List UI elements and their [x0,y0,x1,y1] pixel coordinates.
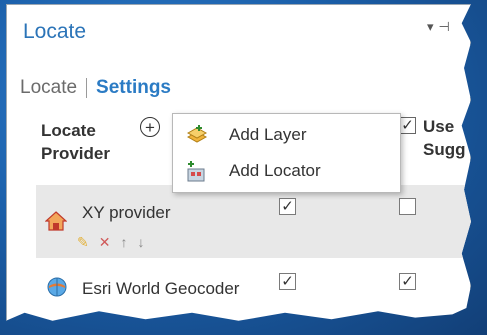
menu-item-label: Add Locator [229,161,321,180]
use-suggestions-checkbox[interactable]: ✓ [399,273,416,290]
column-header-line2: Sugg [423,140,466,159]
move-down-icon[interactable]: ↓ [137,234,144,251]
column-header-locate-provider: Locate Provider [41,119,110,165]
menu-item-label: Add Layer [229,125,307,144]
tab-divider [86,78,88,98]
enabled-checkbox[interactable]: ✓ [279,198,296,215]
column-header-line1: Locate [41,121,96,140]
add-locator-icon [185,159,209,188]
remove-icon[interactable]: ✕ [99,234,111,251]
provider-name: Esri World Geocoder [82,279,240,298]
pane-controls: ▾⊣ [427,19,455,35]
pane-title: Locate [23,20,87,43]
house-icon [44,210,68,237]
tab-locate[interactable]: Locate [20,77,77,99]
add-provider-button[interactable]: + [140,117,160,137]
provider-name: XY provider [82,203,171,222]
use-suggestions-checkbox[interactable] [399,198,416,215]
pane-menu-icon[interactable]: ▾ [427,19,439,34]
enabled-checkbox[interactable]: ✓ [279,273,296,290]
pin-icon[interactable]: ⊣ [439,19,455,34]
column-header-use-suggestions: Use Sugg [423,115,466,161]
add-layer-icon [185,123,209,152]
add-dropdown-menu: Add Layer Add Locator [172,113,401,193]
edit-icon[interactable]: ✎ [77,234,89,251]
tab-bar: Locate Settings [20,77,171,99]
locate-pane: Locate ▾⊣ Locate Settings Locate Provide… [6,4,471,321]
use-suggestions-header-checkbox[interactable]: ✓ [399,117,416,134]
globe-icon [45,275,69,304]
menu-item-add-layer[interactable]: Add Layer [173,118,400,152]
column-header-line2: Provider [41,144,110,163]
tab-settings[interactable]: Settings [96,77,171,99]
column-header-line1: Use [423,117,455,136]
menu-item-add-locator[interactable]: Add Locator [173,154,400,188]
row-tools: ✎ ✕ ↑ ↓ [77,234,144,251]
move-up-icon[interactable]: ↑ [120,234,127,251]
plus-icon: + [145,117,155,137]
